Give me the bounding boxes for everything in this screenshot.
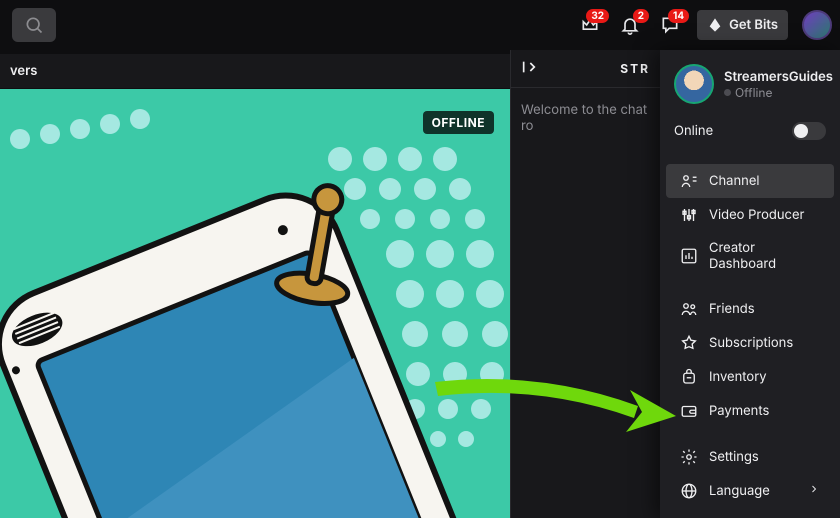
producer-icon — [680, 206, 698, 224]
collapse-icon — [521, 59, 537, 75]
gear-icon — [680, 448, 698, 466]
notifications-button[interactable]: 2 — [617, 12, 643, 38]
chat-welcome: Welcome to the chat ro — [511, 88, 660, 148]
menu-avatar — [674, 64, 714, 104]
followers-label: vers — [10, 63, 37, 79]
globe-icon — [680, 482, 698, 500]
whispers-button[interactable]: 14 — [657, 12, 683, 38]
bits-icon — [707, 17, 723, 33]
chat-title: STR — [620, 61, 650, 76]
menu-item-inventory[interactable]: Inventory — [666, 360, 834, 394]
wallet-icon — [680, 402, 698, 420]
menu-item-video-producer[interactable]: Video Producer — [666, 198, 834, 232]
menu-item-settings[interactable]: Settings — [666, 440, 834, 474]
online-label: Online — [674, 123, 713, 139]
menu-item-creator-dashboard[interactable]: Creator Dashboard — [666, 232, 834, 280]
menu-label: Channel — [709, 173, 760, 189]
friends-icon — [680, 300, 698, 318]
menu-label: Video Producer — [709, 207, 804, 223]
menu-label: Settings — [709, 449, 759, 465]
prime-loot-button[interactable]: 32 — [577, 12, 603, 38]
search-icon — [24, 15, 44, 35]
user-avatar-button[interactable] — [802, 10, 832, 40]
menu-header: StreamersGuides Offline — [660, 64, 840, 116]
menu-username: StreamersGuides — [724, 69, 833, 85]
menu-item-dark-theme[interactable]: Dark Theme ✓ — [666, 508, 834, 518]
star-icon — [680, 334, 698, 352]
video-player[interactable]: OFFLINE — [0, 89, 510, 518]
menu-label: Language — [709, 483, 770, 499]
chevron-right-icon — [808, 483, 820, 499]
menu-item-subscriptions[interactable]: Subscriptions — [666, 326, 834, 360]
menu-label: Creator Dashboard — [709, 240, 820, 272]
chat-header: STR — [511, 50, 660, 88]
notifications-badge: 2 — [633, 9, 649, 23]
user-menu: StreamersGuides Offline Online Channel V… — [660, 50, 840, 518]
menu-status: Offline — [724, 85, 833, 100]
offline-pill: OFFLINE — [423, 111, 494, 134]
menu-label: Inventory — [709, 369, 767, 385]
top-bar: 32 2 14 Get Bits — [0, 0, 840, 50]
menu-item-payments[interactable]: Payments — [666, 394, 834, 428]
search-input[interactable] — [12, 8, 56, 42]
followers-row: vers — [0, 54, 510, 88]
collapse-chat-button[interactable] — [521, 59, 537, 79]
prime-badge: 32 — [586, 9, 609, 23]
menu-label: Subscriptions — [709, 335, 793, 351]
get-bits-button[interactable]: Get Bits — [697, 10, 788, 40]
menu-item-friends[interactable]: Friends — [666, 292, 834, 326]
menu-label: Payments — [709, 403, 769, 419]
online-row: Online — [660, 116, 840, 152]
menu-label: Friends — [709, 301, 755, 317]
online-toggle[interactable] — [792, 122, 826, 140]
backpack-icon — [680, 368, 698, 386]
dashboard-icon — [680, 247, 698, 265]
menu-item-language[interactable]: Language — [666, 474, 834, 508]
bits-label: Get Bits — [729, 17, 778, 33]
menu-item-channel[interactable]: Channel — [666, 164, 834, 198]
offline-art — [0, 89, 510, 518]
top-right: 32 2 14 Get Bits — [577, 0, 832, 50]
whispers-badge: 14 — [668, 9, 689, 23]
chat-panel: STR Welcome to the chat ro — [510, 50, 660, 518]
channel-icon — [680, 172, 698, 190]
